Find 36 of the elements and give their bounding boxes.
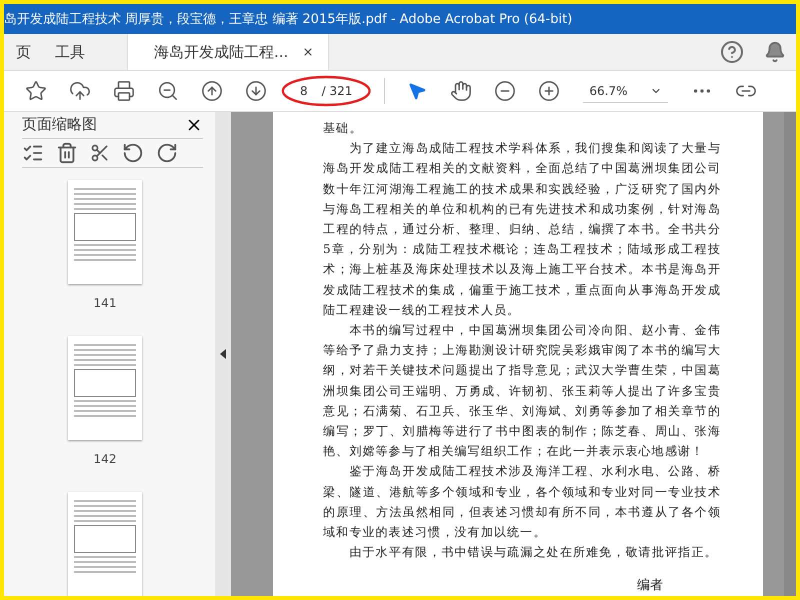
tab[interactable]: 页 — [4, 34, 43, 70]
page-thumbnail[interactable] — [68, 180, 142, 284]
minus-circle-icon[interactable] — [494, 80, 516, 102]
rotate-left-icon[interactable] — [122, 142, 144, 164]
paragraph: 由于水平有限，书中错误与疏漏之处在所难免，敬请批评指正。 — [348, 544, 719, 562]
scrollbar[interactable] — [784, 112, 796, 596]
cloud-upload-icon[interactable] — [69, 80, 91, 102]
page-total: / 321 — [322, 84, 352, 98]
panel-title: 页面缩略图 — [22, 115, 97, 134]
trash-icon[interactable] — [56, 142, 78, 164]
close-icon[interactable] — [302, 46, 314, 58]
page-number-field[interactable]: 8 — [300, 84, 308, 98]
paragraph: 鉴于海岛开发成陆工程技术涉及海洋工程、水利水电、公路、桥梁、隧道、港航等多个领域和专业，各个领域和专业对同一专业技术的原理、方法虽然相同，但表述习惯却有所不同，本书遵从了各个领域和专业的表述习惯，没有加以统一。 — [323, 463, 721, 542]
tab[interactable]: 海岛开发成陆工程... — [127, 34, 330, 70]
paragraph: 本书的编写过程中，中国葛洲坝集团公司冷向阳、赵小青、金伟等给予了鼎力支持；上海勘测设计研究院吴彩娥审阅了本书的编写大纲，对若干关键技术问题提出了指导意见；武汉大学曹生荣，中国葛洲坝集团公司王端明、万勇成、许韧初、张玉莉等人提出了许多宝贵意见；石满菊、石卫兵、张玉华、刘海斌、刘勇等参加了相关章节的编写；罗丁、刘腊梅等进行了书中图表的制作；陈芝春、周山、张海艳、刘嫦等参与了相关编写组织工作；在此一并表示衷心地感谢！ — [323, 322, 721, 460]
zoom-out-icon[interactable] — [157, 80, 179, 102]
window-title: 岛开发成陆工程技术 周厚贵，段宝德，王章忠 编著 2015年版.pdf - Adobe Acrobat Pro (64-bit) — [4, 11, 572, 28]
plus-circle-icon[interactable] — [538, 80, 560, 102]
page-label: 142 — [94, 452, 116, 466]
star-icon[interactable] — [25, 80, 47, 102]
page-label: 141 — [94, 296, 116, 310]
arrow-down-icon[interactable] — [245, 80, 267, 102]
scissors-icon[interactable] — [90, 142, 110, 163]
signature: 编者 — [636, 577, 664, 596]
zoom-dropdown[interactable]: 66.7% — [583, 80, 668, 102]
paragraph: 为了建立海岛成陆工程技术学科体系，我们搜集和阅读了大量与海岛开发成陆工程相关的文献资料，全面总结了中国葛洲坝集团公司数十年江河湖海工程施工的技术成果和实践经验，广泛研究了国内外与海岛工程相关的单位和机构的已有先进技术和成功案例，针对海岛工程的特点，通过分析、整理、归纳、总结，编撰了本书。全书共分5章，分别为：成陆工程技术概论；连岛工程技术；陆域形成工程技术；海上桩基及海床处理技术以及海上施工平台技术。本书是海岛开发成陆工程技术的集成，偏重于施工技术，重点面向从事海岛开发成陆工程建设一线的工程技术人员。 — [323, 140, 721, 319]
paragraph: 基础。 — [323, 120, 364, 137]
pointer-icon[interactable] — [407, 81, 428, 101]
tab[interactable]: 工具 — [43, 34, 97, 70]
collapse-arrow-icon[interactable] — [220, 349, 226, 359]
hand-icon[interactable] — [450, 80, 472, 102]
arrow-up-icon[interactable] — [201, 80, 223, 102]
page-thumbnail[interactable] — [68, 336, 142, 440]
page-thumbnail[interactable] — [68, 492, 142, 596]
rotate-right-icon[interactable] — [156, 142, 178, 164]
printer-icon[interactable] — [113, 80, 135, 102]
